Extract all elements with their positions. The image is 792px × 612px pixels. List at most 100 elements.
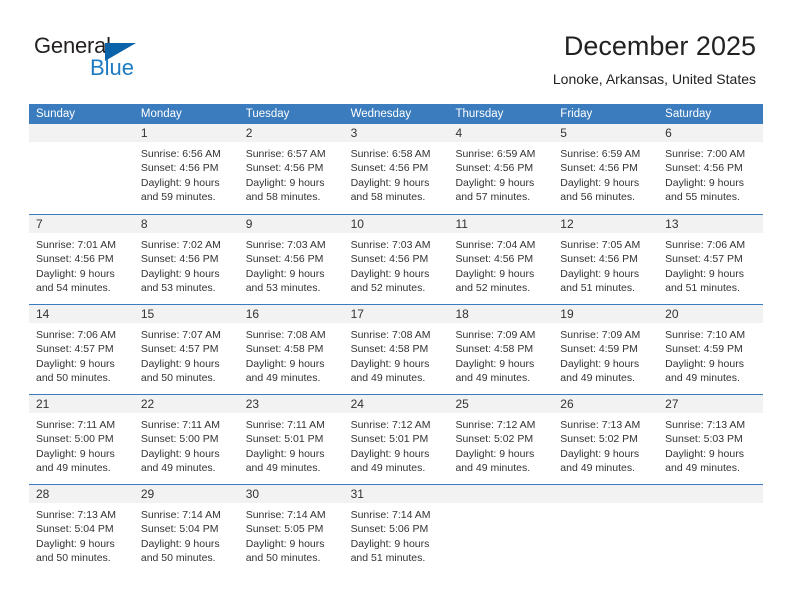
day-cell[interactable]: 22 Sunrise: 7:11 AM Sunset: 5:00 PM Dayl…: [133, 395, 239, 484]
day-cell[interactable]: [448, 485, 554, 574]
daylight-line-cont: and 49 minutes.: [245, 461, 321, 474]
sunrise-line: Sunrise: 7:07 AM: [140, 329, 221, 341]
day-details: Sunrise: 7:09 AM Sunset: 4:58 PM Dayligh…: [448, 323, 553, 385]
day-number: 16: [238, 305, 344, 323]
sunrise-line: Sunrise: 7:06 AM: [665, 239, 746, 251]
day-cell[interactable]: 13 Sunrise: 7:06 AM Sunset: 4:57 PM Dayl…: [658, 215, 764, 304]
sunset-line: Sunset: 5:00 PM: [140, 433, 219, 446]
daylight-line-cont: and 49 minutes.: [665, 371, 740, 384]
day-cell[interactable]: 24 Sunrise: 7:12 AM Sunset: 5:01 PM Dayl…: [343, 395, 449, 484]
day-details: [448, 503, 553, 508]
day-cell[interactable]: 6 Sunrise: 7:00 AM Sunset: 4:56 PM Dayli…: [658, 124, 764, 214]
page-header: General Blue December 2025 Lonoke, Arkan…: [0, 0, 792, 100]
daylight-line-cont: and 49 minutes.: [350, 461, 426, 474]
daylight-line-cont: and 50 minutes.: [140, 551, 216, 564]
daylight-line-cont: and 56 minutes.: [560, 190, 636, 203]
daylight-line: Daylight: 9 hours: [350, 537, 430, 550]
weekday-header-sunday: Sunday: [36, 108, 76, 120]
general-blue-logo[interactable]: General Blue: [34, 34, 234, 90]
day-number: 5: [553, 124, 659, 142]
day-cell[interactable]: 15 Sunrise: 7:07 AM Sunset: 4:57 PM Dayl…: [133, 305, 239, 394]
sunset-line: Sunset: 4:59 PM: [560, 343, 638, 356]
day-cell[interactable]: 29 Sunrise: 7:14 AM Sunset: 5:04 PM Dayl…: [133, 485, 239, 574]
logo-text-blue: Blue: [90, 55, 135, 80]
daylight-line-cont: and 58 minutes.: [245, 190, 321, 203]
day-cell[interactable]: 19 Sunrise: 7:09 AM Sunset: 4:59 PM Dayl…: [553, 305, 659, 394]
day-cell[interactable]: [29, 124, 134, 214]
day-cell[interactable]: 5 Sunrise: 6:59 AM Sunset: 4:56 PM Dayli…: [553, 124, 659, 214]
day-cell[interactable]: 27 Sunrise: 7:13 AM Sunset: 5:03 PM Dayl…: [658, 395, 764, 484]
day-details: [29, 142, 134, 147]
day-cell[interactable]: 9 Sunrise: 7:03 AM Sunset: 4:56 PM Dayli…: [238, 215, 344, 304]
day-details: Sunrise: 7:09 AM Sunset: 4:59 PM Dayligh…: [553, 323, 658, 385]
day-cell[interactable]: 8 Sunrise: 7:02 AM Sunset: 4:56 PM Dayli…: [133, 215, 239, 304]
day-cell[interactable]: 18 Sunrise: 7:09 AM Sunset: 4:58 PM Dayl…: [448, 305, 554, 394]
day-cell[interactable]: 10 Sunrise: 7:03 AM Sunset: 4:56 PM Dayl…: [343, 215, 449, 304]
day-cell[interactable]: 28 Sunrise: 7:13 AM Sunset: 5:04 PM Dayl…: [29, 485, 134, 574]
day-details: Sunrise: 6:57 AM Sunset: 4:56 PM Dayligh…: [239, 142, 344, 204]
day-number: 12: [553, 215, 659, 233]
sunset-line: Sunset: 4:56 PM: [455, 162, 534, 175]
page-subtitle: Lonoke, Arkansas, United States: [552, 71, 756, 87]
day-cell[interactable]: 21 Sunrise: 7:11 AM Sunset: 5:00 PM Dayl…: [29, 395, 134, 484]
day-cell[interactable]: 17 Sunrise: 7:08 AM Sunset: 4:58 PM Dayl…: [343, 305, 449, 394]
day-cell[interactable]: 3 Sunrise: 6:58 AM Sunset: 4:56 PM Dayli…: [343, 124, 449, 214]
day-number: 11: [448, 215, 554, 233]
day-cell[interactable]: 16 Sunrise: 7:08 AM Sunset: 4:58 PM Dayl…: [238, 305, 344, 394]
day-cell[interactable]: 2 Sunrise: 6:57 AM Sunset: 4:56 PM Dayli…: [238, 124, 344, 214]
day-details: Sunrise: 7:14 AM Sunset: 5:05 PM Dayligh…: [239, 503, 344, 565]
sunrise-line: Sunrise: 6:56 AM: [140, 148, 221, 160]
daylight-line-cont: and 49 minutes.: [140, 461, 216, 474]
sunrise-line: Sunrise: 7:13 AM: [560, 419, 641, 431]
day-details: Sunrise: 7:10 AM Sunset: 4:59 PM Dayligh…: [658, 323, 763, 385]
day-cell[interactable]: 4 Sunrise: 6:59 AM Sunset: 4:56 PM Dayli…: [448, 124, 554, 214]
sunrise-line: Sunrise: 7:14 AM: [245, 509, 326, 521]
sunset-line: Sunset: 4:57 PM: [36, 343, 114, 356]
day-cell[interactable]: 25 Sunrise: 7:12 AM Sunset: 5:02 PM Dayl…: [448, 395, 554, 484]
day-cell[interactable]: [658, 485, 764, 574]
day-details: Sunrise: 7:11 AM Sunset: 5:00 PM Dayligh…: [134, 413, 239, 475]
daylight-line: Daylight: 9 hours: [36, 537, 115, 550]
calendar-grid: Sunday Monday Tuesday Wednesday Thursday…: [29, 104, 764, 574]
sunset-line: Sunset: 5:02 PM: [560, 433, 638, 446]
day-cell[interactable]: 1 Sunrise: 6:56 AM Sunset: 4:56 PM Dayli…: [133, 124, 239, 214]
daylight-line: Daylight: 9 hours: [245, 537, 325, 550]
day-details: Sunrise: 7:04 AM Sunset: 4:56 PM Dayligh…: [448, 233, 553, 295]
week-row: 7 Sunrise: 7:01 AM Sunset: 4:56 PM Dayli…: [29, 214, 764, 304]
daylight-line: Daylight: 9 hours: [665, 176, 744, 189]
daylight-line-cont: and 52 minutes.: [455, 281, 531, 294]
sunrise-line: Sunrise: 7:14 AM: [350, 509, 431, 521]
day-number: 17: [343, 305, 449, 323]
daylight-line: Daylight: 9 hours: [455, 267, 535, 280]
day-cell[interactable]: [553, 485, 659, 574]
day-cell[interactable]: 7 Sunrise: 7:01 AM Sunset: 4:56 PM Dayli…: [29, 215, 134, 304]
sunrise-line: Sunrise: 7:08 AM: [245, 329, 326, 341]
day-number: [29, 124, 134, 142]
daylight-line: Daylight: 9 hours: [665, 447, 744, 460]
weekday-header-row: Sunday Monday Tuesday Wednesday Thursday…: [29, 104, 763, 124]
daylight-line: Daylight: 9 hours: [140, 447, 220, 460]
day-cell[interactable]: 11 Sunrise: 7:04 AM Sunset: 4:56 PM Dayl…: [448, 215, 554, 304]
daylight-line-cont: and 49 minutes.: [455, 461, 531, 474]
day-cell[interactable]: 31 Sunrise: 7:14 AM Sunset: 5:06 PM Dayl…: [343, 485, 449, 574]
sunrise-line: Sunrise: 7:04 AM: [455, 239, 536, 251]
sunset-line: Sunset: 5:01 PM: [245, 433, 324, 446]
day-cell[interactable]: 23 Sunrise: 7:11 AM Sunset: 5:01 PM Dayl…: [238, 395, 344, 484]
day-cell[interactable]: 20 Sunrise: 7:10 AM Sunset: 4:59 PM Dayl…: [658, 305, 764, 394]
day-number: 23: [238, 395, 344, 413]
daylight-line: Daylight: 9 hours: [245, 447, 325, 460]
day-cell[interactable]: 30 Sunrise: 7:14 AM Sunset: 5:05 PM Dayl…: [238, 485, 344, 574]
daylight-line: Daylight: 9 hours: [560, 267, 640, 280]
sunrise-line: Sunrise: 6:57 AM: [245, 148, 326, 160]
day-cell[interactable]: 14 Sunrise: 7:06 AM Sunset: 4:57 PM Dayl…: [29, 305, 134, 394]
day-details: [658, 503, 763, 508]
sunrise-line: Sunrise: 7:11 AM: [245, 419, 325, 431]
day-details: Sunrise: 7:11 AM Sunset: 5:01 PM Dayligh…: [239, 413, 344, 475]
day-number: 31: [343, 485, 449, 503]
day-cell[interactable]: 12 Sunrise: 7:05 AM Sunset: 4:56 PM Dayl…: [553, 215, 659, 304]
day-number: 26: [553, 395, 659, 413]
sunset-line: Sunset: 4:56 PM: [350, 253, 429, 266]
day-number: 20: [658, 305, 764, 323]
day-cell[interactable]: 26 Sunrise: 7:13 AM Sunset: 5:02 PM Dayl…: [553, 395, 659, 484]
daylight-line: Daylight: 9 hours: [455, 357, 535, 370]
